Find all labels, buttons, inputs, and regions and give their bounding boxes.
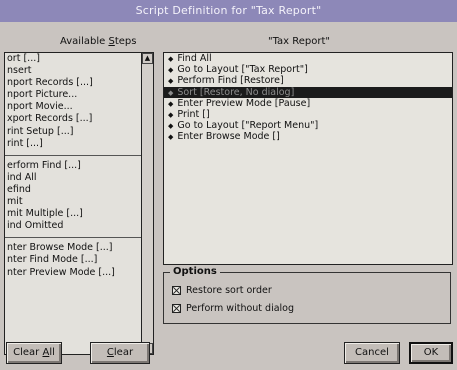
script-step-text: Enter Preview Mode [Pause] xyxy=(177,97,311,109)
restore-sort-order-checkbox[interactable] xyxy=(172,286,181,295)
diamond-bullet-icon: ◆ xyxy=(168,110,174,119)
available-step-item[interactable]: nsert xyxy=(5,65,143,77)
available-step-item[interactable]: nter Browse Mode [...] xyxy=(5,242,143,254)
script-step-text: Perform Find [Restore] xyxy=(177,75,284,87)
window-title-bar[interactable]: Script Definition for "Tax Report" xyxy=(0,0,457,23)
script-step-text: Go to Layout ["Tax Report"] xyxy=(177,64,308,76)
diamond-bullet-icon: ◆ xyxy=(168,99,174,108)
script-step-text: Enter Browse Mode [] xyxy=(177,131,280,143)
script-step-line[interactable]: ◆ Enter Preview Mode [Pause] xyxy=(164,98,452,109)
options-group: Options Restore sort order Perform witho… xyxy=(163,266,451,324)
clear-button[interactable]: Clear xyxy=(90,342,150,364)
available-step-item[interactable]: rint [...] xyxy=(5,138,143,150)
steps-scrollbar[interactable]: ▲ ▼ xyxy=(141,53,153,354)
diamond-bullet-icon: ◆ xyxy=(168,88,174,97)
script-step-line[interactable]: ◆ Print [] xyxy=(164,109,452,120)
diamond-bullet-icon: ◆ xyxy=(168,66,174,75)
restore-sort-order-option[interactable]: Restore sort order xyxy=(172,285,272,296)
options-title: Options xyxy=(170,266,220,277)
available-step-item[interactable]: nport Movie... xyxy=(5,101,143,113)
available-step-item[interactable]: efind xyxy=(5,184,143,196)
diamond-bullet-icon: ◆ xyxy=(168,133,174,142)
available-steps-list[interactable]: ort [...] nsert nport Records [...] nport P… xyxy=(4,52,154,355)
perform-without-dialog-label: Perform without dialog xyxy=(186,303,295,314)
available-step-item[interactable]: ort [...] xyxy=(5,53,143,65)
available-step-item[interactable]: nter Find Mode [...] xyxy=(5,254,143,266)
perform-without-dialog-checkbox[interactable] xyxy=(172,304,181,313)
diamond-bullet-icon: ◆ xyxy=(168,77,174,86)
cancel-button[interactable]: Cancel xyxy=(344,342,400,364)
available-step-item[interactable]: ind Omitted xyxy=(5,220,143,232)
script-definition-dialog: Available Steps "Tax Report" ort [...] ns… xyxy=(0,22,457,370)
available-step-item[interactable]: ind All xyxy=(5,172,143,184)
available-step-item[interactable]: nter Preview Mode [...] xyxy=(5,267,143,279)
scroll-up-arrow-icon[interactable]: ▲ xyxy=(142,53,153,64)
script-step-text: Print [] xyxy=(177,108,210,120)
script-step-text: Go to Layout ["Report Menu"] xyxy=(177,120,319,132)
available-step-item[interactable]: mit Multiple [...] xyxy=(5,208,143,220)
diamond-bullet-icon: ◆ xyxy=(168,55,174,63)
perform-without-dialog-option[interactable]: Perform without dialog xyxy=(172,303,294,314)
window-title: Script Definition for "Tax Report" xyxy=(135,4,322,17)
script-step-line[interactable]: ◆ Go to Layout ["Report Menu"] xyxy=(164,120,452,131)
script-step-text: Sort [Restore, No dialog] xyxy=(177,86,295,98)
script-step-line[interactable]: ◆ Sort [Restore, No dialog] xyxy=(164,86,452,98)
script-step-line[interactable]: ◆ Find All xyxy=(164,53,452,64)
script-steps-list[interactable]: ◆ Find All ◆ Go to Layout ["Tax Report"] ◆ Pe… xyxy=(163,52,453,265)
available-step-item[interactable]: nport Picture... xyxy=(5,89,143,101)
available-step-item[interactable]: xport Records [...] xyxy=(5,113,143,125)
script-step-line[interactable]: ◆ Go to Layout ["Tax Report"] xyxy=(164,64,452,75)
script-step-line[interactable]: ◆ Perform Find [Restore] xyxy=(164,75,452,86)
available-step-item[interactable]: erform Find [...] xyxy=(5,160,143,172)
script-step-line[interactable]: ◆ Enter Browse Mode [] xyxy=(164,131,452,142)
available-step-item[interactable]: nport Records [...] xyxy=(5,77,143,89)
script-step-text: Find All xyxy=(177,53,212,64)
available-step-item[interactable]: mit xyxy=(5,196,143,208)
clear-all-button[interactable]: Clear All xyxy=(6,342,62,364)
diamond-bullet-icon: ◆ xyxy=(168,122,174,131)
restore-sort-order-label: Restore sort order xyxy=(186,285,272,296)
ok-button[interactable]: OK xyxy=(409,342,453,364)
steps-group-divider xyxy=(5,154,143,156)
steps-group-divider xyxy=(5,237,143,239)
script-name-label: "Tax Report" xyxy=(268,36,331,47)
available-steps-label: Available Steps xyxy=(60,36,137,47)
available-step-item[interactable]: rint Setup [...] xyxy=(5,126,143,138)
